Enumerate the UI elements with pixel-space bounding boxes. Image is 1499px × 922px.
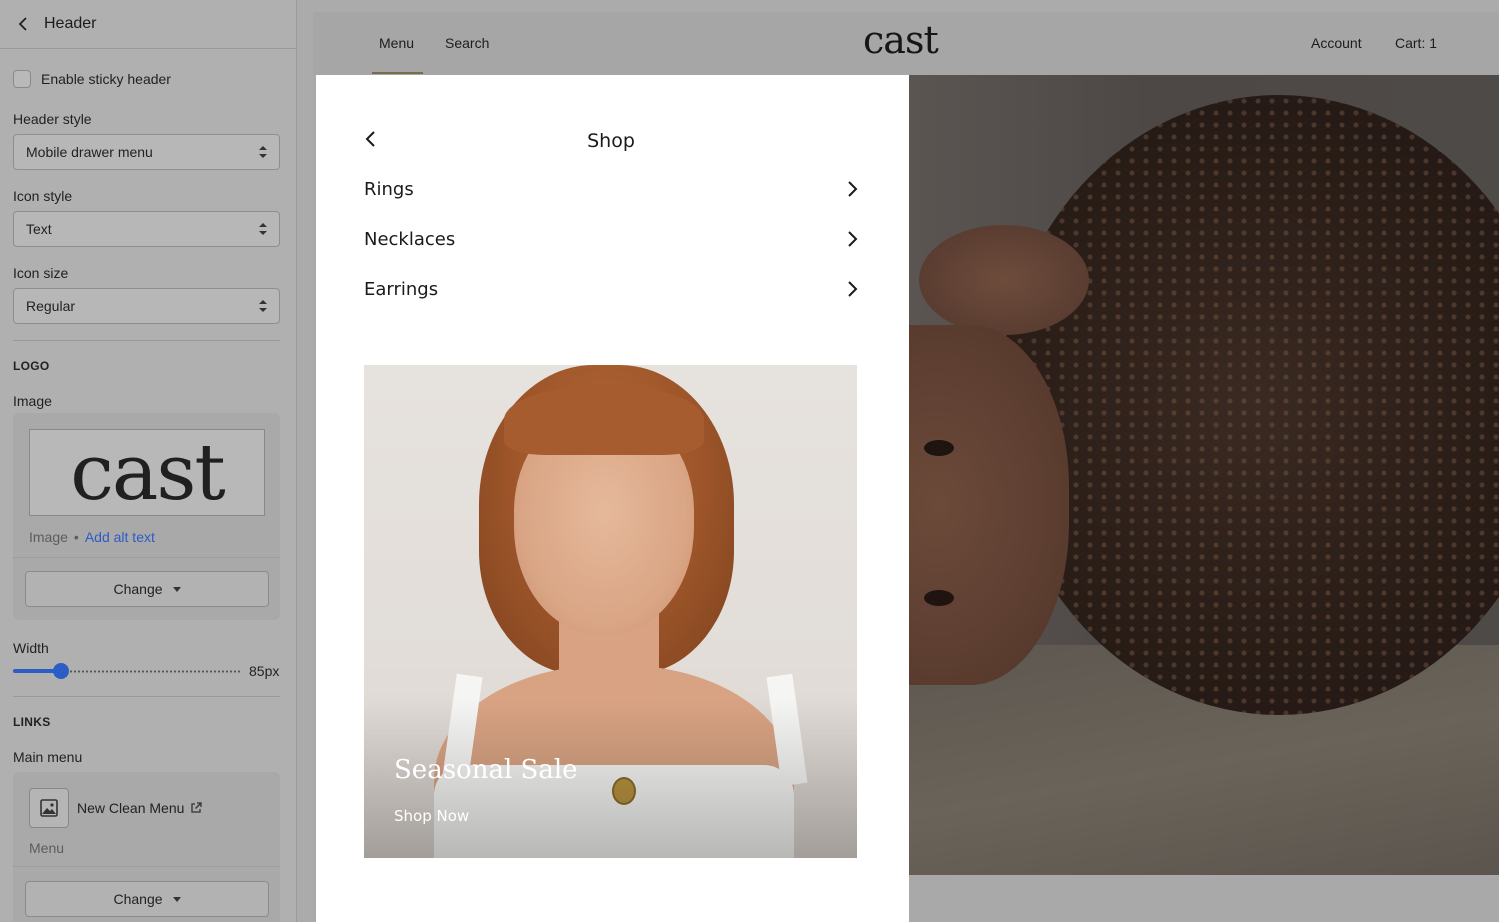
hero-photo-eye (924, 440, 954, 456)
width-label: Width (13, 640, 49, 656)
preview-footer-strip (909, 875, 1499, 922)
logo-section-title: LOGO (13, 359, 50, 373)
store-preview: Menu Search cast Account Cart: 1 Shop Ri… (313, 12, 1499, 922)
nav-cart[interactable]: Cart: 1 (1395, 35, 1437, 51)
icon-style-select[interactable]: Text (13, 211, 280, 247)
drawer-item-label: Earrings (364, 278, 439, 300)
drawer-item-label: Rings (364, 178, 414, 200)
nav-account[interactable]: Account (1311, 35, 1362, 51)
main-menu-label: Main menu (13, 749, 83, 765)
divider (13, 340, 280, 341)
drawer-title: Shop (587, 130, 635, 152)
menu-change-label: Change (113, 891, 163, 907)
slider-thumb[interactable] (53, 663, 69, 679)
promo-card[interactable]: Seasonal Sale Shop Now (364, 365, 857, 858)
hero-image (909, 75, 1499, 875)
chevron-right-icon (848, 231, 858, 247)
hero-photo-hand (919, 225, 1089, 335)
logo-thumbnail[interactable]: cast (29, 429, 265, 516)
store-header: Menu Search cast Account Cart: 1 (313, 12, 1499, 75)
nav-search[interactable]: Search (445, 35, 489, 51)
caret-down-icon (172, 896, 181, 902)
image-icon (40, 799, 58, 817)
nav-menu[interactable]: Menu (379, 35, 414, 51)
chevron-right-icon (848, 181, 858, 197)
drawer-item-necklaces[interactable]: Necklaces (364, 224, 858, 254)
logo-meta: Image • Add alt text (29, 529, 264, 545)
links-section-title: LINKS (13, 715, 51, 729)
promo-photo-bangs (504, 385, 704, 455)
header-style-value: Mobile drawer menu (26, 144, 153, 160)
logo-meta-type: Image (29, 529, 68, 545)
menu-card: New Clean Menu Menu Change (13, 772, 280, 922)
hero-photo-eye (924, 590, 954, 606)
drawer-header: Shop (364, 127, 858, 157)
menu-drawer: Shop Rings Necklaces Earrings Seasonal S… (316, 75, 909, 922)
sticky-header-label: Enable sticky header (41, 71, 171, 87)
drawer-item-earrings[interactable]: Earrings (364, 274, 858, 304)
external-link-icon (191, 802, 203, 813)
icon-size-value: Regular (26, 298, 76, 314)
promo-title: Seasonal Sale (394, 755, 578, 785)
sidebar-title: Header (44, 15, 97, 32)
icon-size-select[interactable]: Regular (13, 288, 280, 324)
header-style-select[interactable]: Mobile drawer menu (13, 134, 280, 170)
menu-thumbnail (29, 788, 69, 828)
menu-name: New Clean Menu (77, 800, 185, 816)
menu-change-button[interactable]: Change (25, 881, 269, 917)
nav-menu-underline (372, 72, 423, 74)
logo-card: cast Image • Add alt text Change (13, 413, 280, 620)
header-style-label: Header style (13, 111, 92, 127)
logo-change-label: Change (113, 581, 163, 597)
back-button[interactable] (14, 14, 34, 34)
drawer-item-rings[interactable]: Rings (364, 174, 858, 204)
width-value: 85px (249, 663, 280, 679)
logo-thumbnail-text: cast (70, 427, 226, 518)
width-slider-row: 85px (13, 663, 280, 679)
caret-down-icon (172, 586, 181, 592)
menu-name-link[interactable]: New Clean Menu (77, 800, 203, 816)
icon-style-label: Icon style (13, 188, 73, 204)
chevron-right-icon (848, 281, 858, 297)
chevron-left-icon (18, 17, 27, 31)
logo-image-label: Image (13, 393, 52, 409)
icon-size-label: Icon size (13, 265, 69, 281)
sticky-header-toggle[interactable]: Enable sticky header (13, 70, 280, 88)
icon-style-value: Text (26, 221, 52, 237)
menu-type: Menu (29, 840, 65, 856)
add-alt-text-link[interactable]: Add alt text (85, 529, 155, 545)
divider (13, 696, 280, 697)
separator-dot: • (73, 529, 79, 545)
drawer-item-label: Necklaces (364, 228, 456, 250)
logo-change-button[interactable]: Change (25, 571, 269, 607)
width-slider[interactable] (13, 663, 241, 679)
select-arrows-icon (259, 145, 267, 159)
settings-sidebar: Header Enable sticky header Header style… (0, 0, 297, 922)
select-arrows-icon (259, 299, 267, 313)
store-logo[interactable]: cast (863, 18, 939, 62)
sidebar-header: Header (0, 0, 296, 49)
select-arrows-icon (259, 222, 267, 236)
sticky-header-checkbox[interactable] (13, 70, 31, 88)
promo-link[interactable]: Shop Now (394, 807, 469, 825)
